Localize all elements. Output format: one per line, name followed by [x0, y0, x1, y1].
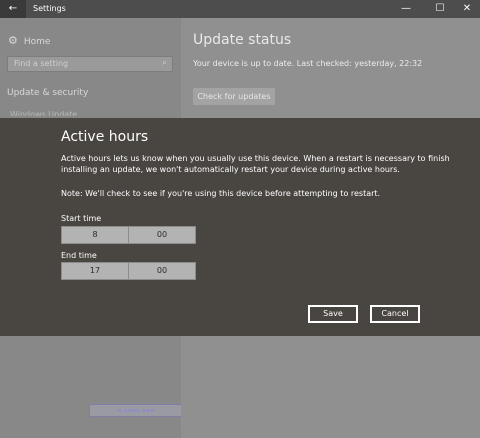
end-minute[interactable]: 00: [128, 263, 195, 279]
end-time-picker[interactable]: 17 00: [61, 262, 196, 280]
dialog-title: Active hours: [61, 129, 149, 145]
end-hour[interactable]: 17: [62, 263, 128, 279]
ghost-element: ▪ ▪▪▪▪ ▪▪▪: [89, 404, 183, 417]
section-label: Update & security: [7, 88, 89, 98]
home-label: Home: [23, 37, 51, 47]
minimize-icon[interactable]: —: [391, 0, 421, 18]
gear-icon: ⚙: [8, 34, 18, 47]
active-hours-dialog: Active hours Active hours lets us know w…: [0, 118, 480, 336]
search-input[interactable]: Find a setting ⌕: [7, 56, 173, 72]
search-placeholder: Find a setting: [14, 59, 69, 68]
maximize-icon[interactable]: ☐: [425, 0, 455, 18]
dialog-note: Note: We'll check to see if you're using…: [61, 189, 381, 198]
title-bar: ← Settings — ☐ ✕: [0, 0, 480, 18]
start-hour[interactable]: 8: [62, 227, 128, 243]
start-minute[interactable]: 00: [128, 227, 195, 243]
update-status-text: Your device is up to date. Last checked:…: [193, 59, 423, 68]
page-title: Update status: [193, 32, 292, 48]
start-time-picker[interactable]: 8 00: [61, 226, 196, 244]
back-arrow-icon[interactable]: ←: [0, 0, 26, 18]
dialog-description: Active hours lets us know when you usual…: [61, 154, 450, 174]
sidebar-item-windows-update[interactable]: Windows Update: [10, 110, 130, 116]
start-time-label: Start time: [61, 214, 102, 223]
close-icon[interactable]: ✕: [452, 0, 480, 18]
search-icon: ⌕: [161, 58, 167, 68]
cancel-button[interactable]: Cancel: [370, 305, 420, 323]
check-for-updates-button[interactable]: Check for updates: [193, 88, 275, 105]
end-time-label: End time: [61, 251, 97, 260]
window-title: Settings: [33, 4, 66, 13]
save-button[interactable]: Save: [308, 305, 358, 323]
sidebar-home[interactable]: ⚙ Home: [8, 34, 50, 47]
